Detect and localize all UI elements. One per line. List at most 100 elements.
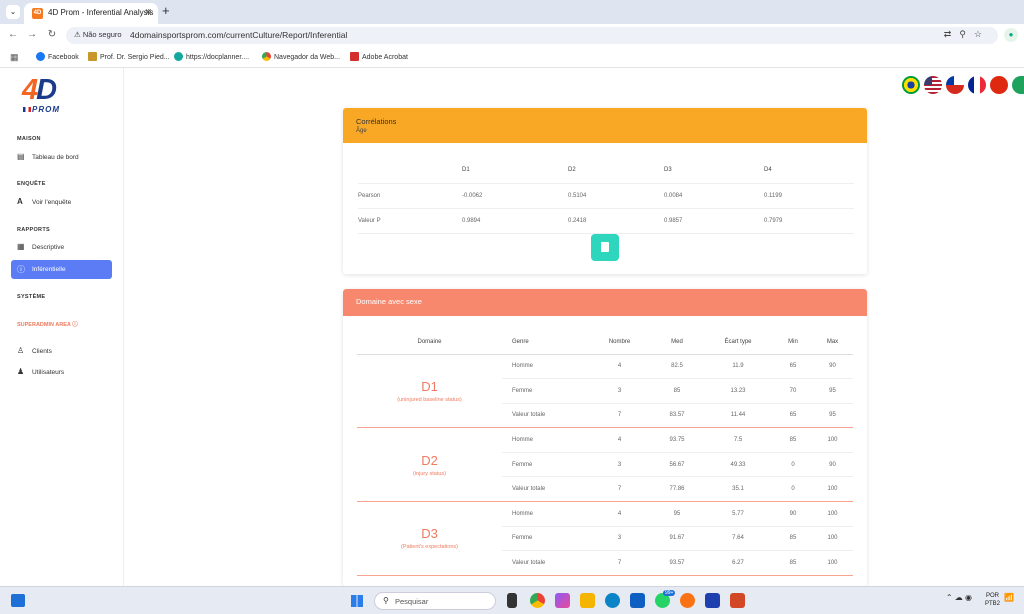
whatsapp-icon[interactable]: 99+ xyxy=(655,590,676,608)
flag-france-icon[interactable] xyxy=(968,76,986,94)
copilot-icon[interactable] xyxy=(555,593,570,608)
domaine-card: Domaine avec sexe Domaine Genre Nombre M… xyxy=(343,289,867,586)
powerpoint-icon[interactable] xyxy=(730,593,745,608)
survey-icon: A xyxy=(17,197,23,206)
flag-brazil-icon[interactable] xyxy=(902,76,920,94)
table-header: Domaine xyxy=(357,331,502,355)
correlations-table: D1 D2 D3 D4 Pearson -0.0062 0.5104 0.008… xyxy=(358,158,854,234)
genre-cell: Valeur totale xyxy=(502,476,587,503)
genre-cell: Valeur totale xyxy=(502,550,587,576)
bookmark-navegador[interactable]: Navegador da Web... xyxy=(262,52,340,61)
edge-icon[interactable] xyxy=(605,593,620,608)
table-header: D1 xyxy=(462,158,568,184)
bookmark-acrobat[interactable]: Adobe Acrobat xyxy=(350,52,408,61)
document-icon xyxy=(601,242,609,252)
task-view-icon[interactable] xyxy=(507,593,517,608)
flag-chile-icon[interactable] xyxy=(946,76,964,94)
table-header: Max xyxy=(812,331,853,355)
reload-icon[interactable]: ↻ xyxy=(45,27,59,43)
browser-toolbar: ← → ↻ ⚠ Não seguro 4domainsportsprom.com… xyxy=(0,24,1024,46)
sidebar-item-inferentielle[interactable]: ⓘ Inférentielle xyxy=(11,260,112,279)
table-cell: 85 xyxy=(774,427,812,453)
table-cell: 56.67 xyxy=(652,452,702,478)
bookmark-facebook[interactable]: Facebook xyxy=(36,52,79,61)
bookmark-sergio[interactable]: Prof. Dr. Sergio Pied... xyxy=(88,52,170,61)
sidebar-item-utilisateurs[interactable]: ♟ Utilisateurs xyxy=(11,363,112,382)
tab-title: 4D Prom - Inferential Analysis xyxy=(48,8,154,17)
flag-china-icon[interactable] xyxy=(990,76,1008,94)
table-cell: 90 xyxy=(812,452,853,478)
bookmark-label: Adobe Acrobat xyxy=(362,54,408,61)
sidebar-item-label: Clients xyxy=(32,348,52,355)
logo-main: 4D xyxy=(22,74,57,106)
back-arrow-icon[interactable]: ← xyxy=(6,27,20,43)
table-header: Min xyxy=(774,331,812,355)
tab-list-button[interactable]: ⌄ xyxy=(6,5,20,19)
table-cell: 13.23 xyxy=(702,378,774,404)
bookmark-docplanner[interactable]: https://docplanner.... xyxy=(174,52,249,61)
url-text[interactable]: 4domainsportsprom.com/currentCulture/Rep… xyxy=(130,30,347,40)
taskbar-search[interactable]: ⚲ Pesquisar xyxy=(374,592,496,610)
profile-avatar[interactable]: ● xyxy=(1004,28,1018,42)
export-document-button[interactable] xyxy=(591,234,619,261)
layout-label: PTB2 xyxy=(985,601,1001,607)
bookmark-label: Navegador da Web... xyxy=(274,54,341,61)
user-icon: ♙ xyxy=(17,346,25,355)
sidebar-item-clients[interactable]: ♙ Clients xyxy=(11,342,112,361)
security-indicator[interactable]: ⚠ Não seguro xyxy=(74,30,122,39)
flag-extra-icon[interactable] xyxy=(1012,76,1024,94)
sidebar: 4D PROM MAISON ▤ Tableau de bord ENQUÊTE… xyxy=(0,68,124,586)
outlook-icon[interactable] xyxy=(630,593,645,608)
table-cell: 3 xyxy=(587,378,652,404)
table-cell: 65 xyxy=(774,354,812,380)
table-header: D4 xyxy=(764,158,854,184)
address-bar[interactable]: ⚠ Não seguro 4domainsportsprom.com/curre… xyxy=(66,27,998,44)
info-circle-icon: ⓘ xyxy=(17,265,25,274)
widgets-icon[interactable] xyxy=(11,594,25,607)
table-row: D2 (injury status) Homme 4 93.75 7.5 85 … xyxy=(357,427,853,503)
genre-cell: Valeur totale xyxy=(502,403,587,429)
sidebar-item-label: Tableau de bord xyxy=(32,154,79,161)
section-rapports: RAPPORTS xyxy=(17,227,50,233)
superadmin-area-link[interactable]: SUPERADMIN AREA ⓘ xyxy=(17,320,78,328)
search-placeholder: Pesquisar xyxy=(395,597,429,606)
apps-grid-icon[interactable]: ▦ xyxy=(10,52,19,63)
sidebar-item-voir[interactable]: A Voir l'enquête xyxy=(11,193,112,212)
table-cell: 4 xyxy=(587,354,652,380)
chrome-icon[interactable] xyxy=(530,593,545,608)
security-label: Não seguro xyxy=(82,30,122,39)
section-maison: MAISON xyxy=(17,136,41,142)
domain-cell: D2 (injury status) xyxy=(357,427,502,503)
store-icon[interactable] xyxy=(705,593,720,608)
correlations-title: Corrélations xyxy=(356,117,397,126)
table-cell: 100 xyxy=(812,526,853,552)
browser-tab[interactable]: 4D 4D Prom - Inferential Analysis ✕ xyxy=(24,3,158,24)
system-tray-icons[interactable]: ⌃ ☁ ◉ xyxy=(946,593,972,602)
sidebar-item-tableau[interactable]: ▤ Tableau de bord xyxy=(11,148,112,167)
new-tab-button[interactable]: + xyxy=(162,4,170,18)
sidebar-item-descriptive[interactable]: ▦ Descriptive xyxy=(11,238,112,257)
sidebar-item-label: Utilisateurs xyxy=(32,369,65,376)
close-icon[interactable]: ✕ xyxy=(144,7,152,18)
forward-arrow-icon[interactable]: → xyxy=(25,27,39,43)
table-cell: 4 xyxy=(587,427,652,453)
table-cell: 82.5 xyxy=(652,354,702,380)
vlc-icon[interactable] xyxy=(680,593,695,608)
flag-usa-icon[interactable] xyxy=(924,76,942,94)
table-cell: 0.9857 xyxy=(664,208,764,234)
network-icon[interactable]: 📶 xyxy=(1004,593,1014,602)
domaine-header: Domaine avec sexe xyxy=(343,289,867,316)
app-logo[interactable]: 4D PROM xyxy=(20,74,92,114)
file-explorer-icon[interactable] xyxy=(580,593,595,608)
bookmark-label: Prof. Dr. Sergio Pied... xyxy=(100,54,170,61)
sidebar-item-label: Descriptive xyxy=(32,244,65,251)
table-cell: 95 xyxy=(812,403,853,429)
sidebar-item-label: Inférentielle xyxy=(32,266,66,273)
language-indicator[interactable]: POR PTB2 xyxy=(985,592,1000,608)
sidebar-item-label: Voir l'enquête xyxy=(32,199,72,206)
windows-start-icon[interactable] xyxy=(351,595,363,607)
table-header-row: Domaine Genre Nombre Med Écart type Min … xyxy=(357,331,853,355)
table-cell: 7 xyxy=(587,476,652,503)
table-row: D1 (uninjured baseline status) Homme 4 8… xyxy=(357,354,853,429)
omnibox-icons[interactable]: ⇄⚲☆ xyxy=(944,29,990,40)
